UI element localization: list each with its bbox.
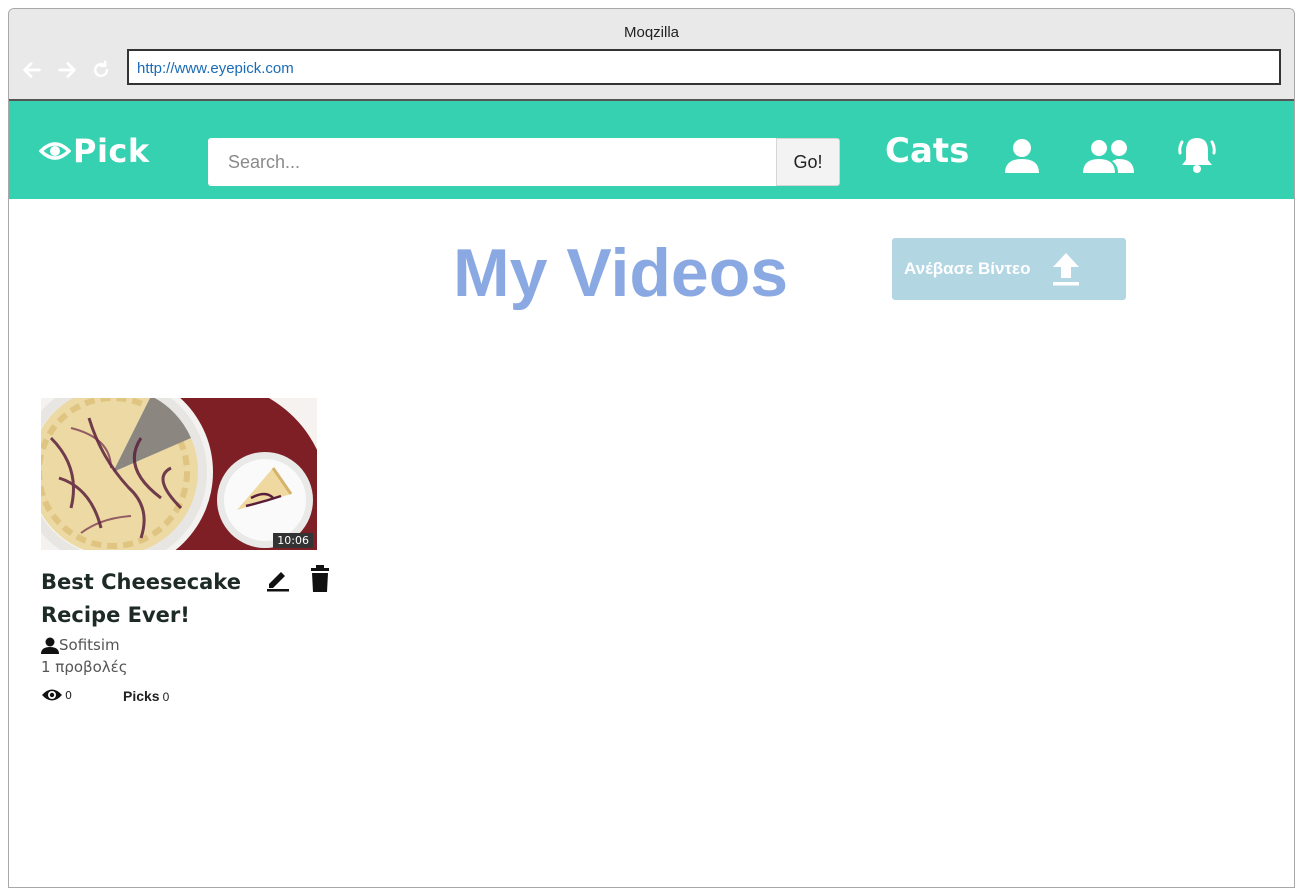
- upload-label: Ανέβασε Βίντεο: [904, 259, 1031, 278]
- search-go-button[interactable]: Go!: [776, 138, 840, 186]
- app-header: Pick Go! Cats: [9, 101, 1294, 199]
- cats-link[interactable]: Cats: [885, 131, 969, 171]
- window-title: Moqzilla: [623, 24, 680, 41]
- author-name: Sofitsim: [59, 636, 120, 654]
- eye-count: 0: [65, 688, 72, 702]
- picks-count: 0: [162, 690, 170, 704]
- trash-delete-icon[interactable]: [309, 565, 331, 593]
- video-title[interactable]: Best Cheesecake Recipe Ever!: [41, 566, 261, 632]
- users-icon[interactable]: [1079, 137, 1137, 177]
- arrow-left-icon[interactable]: [21, 59, 43, 81]
- picks-stat: Picks 0: [123, 688, 169, 706]
- bell-icon[interactable]: [1177, 134, 1217, 176]
- user-icon[interactable]: [1002, 137, 1042, 177]
- eye-logo-icon: [39, 142, 71, 160]
- browser-chrome: Moqzilla http://www.eyepick.com: [9, 9, 1294, 101]
- eye-count-stat: 0: [41, 687, 72, 703]
- browser-window: Moqzilla http://www.eyepick.com Pick Go!…: [8, 8, 1295, 888]
- site-logo[interactable]: Pick: [39, 132, 150, 170]
- reload-icon[interactable]: [91, 60, 111, 80]
- video-duration: 10:06: [273, 533, 313, 548]
- cheesecake-thumbnail-image: [41, 398, 317, 550]
- search-input[interactable]: [208, 138, 776, 186]
- upload-icon: [1052, 253, 1079, 286]
- logo-text: Pick: [73, 132, 150, 170]
- video-author[interactable]: Sofitsim: [41, 636, 120, 654]
- arrow-right-icon[interactable]: [56, 59, 78, 81]
- upload-video-button[interactable]: Ανέβασε Βίντεο: [892, 238, 1126, 300]
- video-views: 1 προβολές: [41, 658, 128, 676]
- video-thumbnail[interactable]: 10:06: [41, 398, 317, 550]
- eye-icon: [42, 689, 62, 701]
- author-user-icon: [41, 637, 59, 654]
- url-text: http://www.eyepick.com: [137, 60, 294, 77]
- page-title: My Videos: [453, 235, 789, 311]
- pencil-edit-icon[interactable]: [265, 566, 291, 592]
- address-bar[interactable]: http://www.eyepick.com: [127, 49, 1281, 85]
- picks-label: Picks: [123, 688, 160, 704]
